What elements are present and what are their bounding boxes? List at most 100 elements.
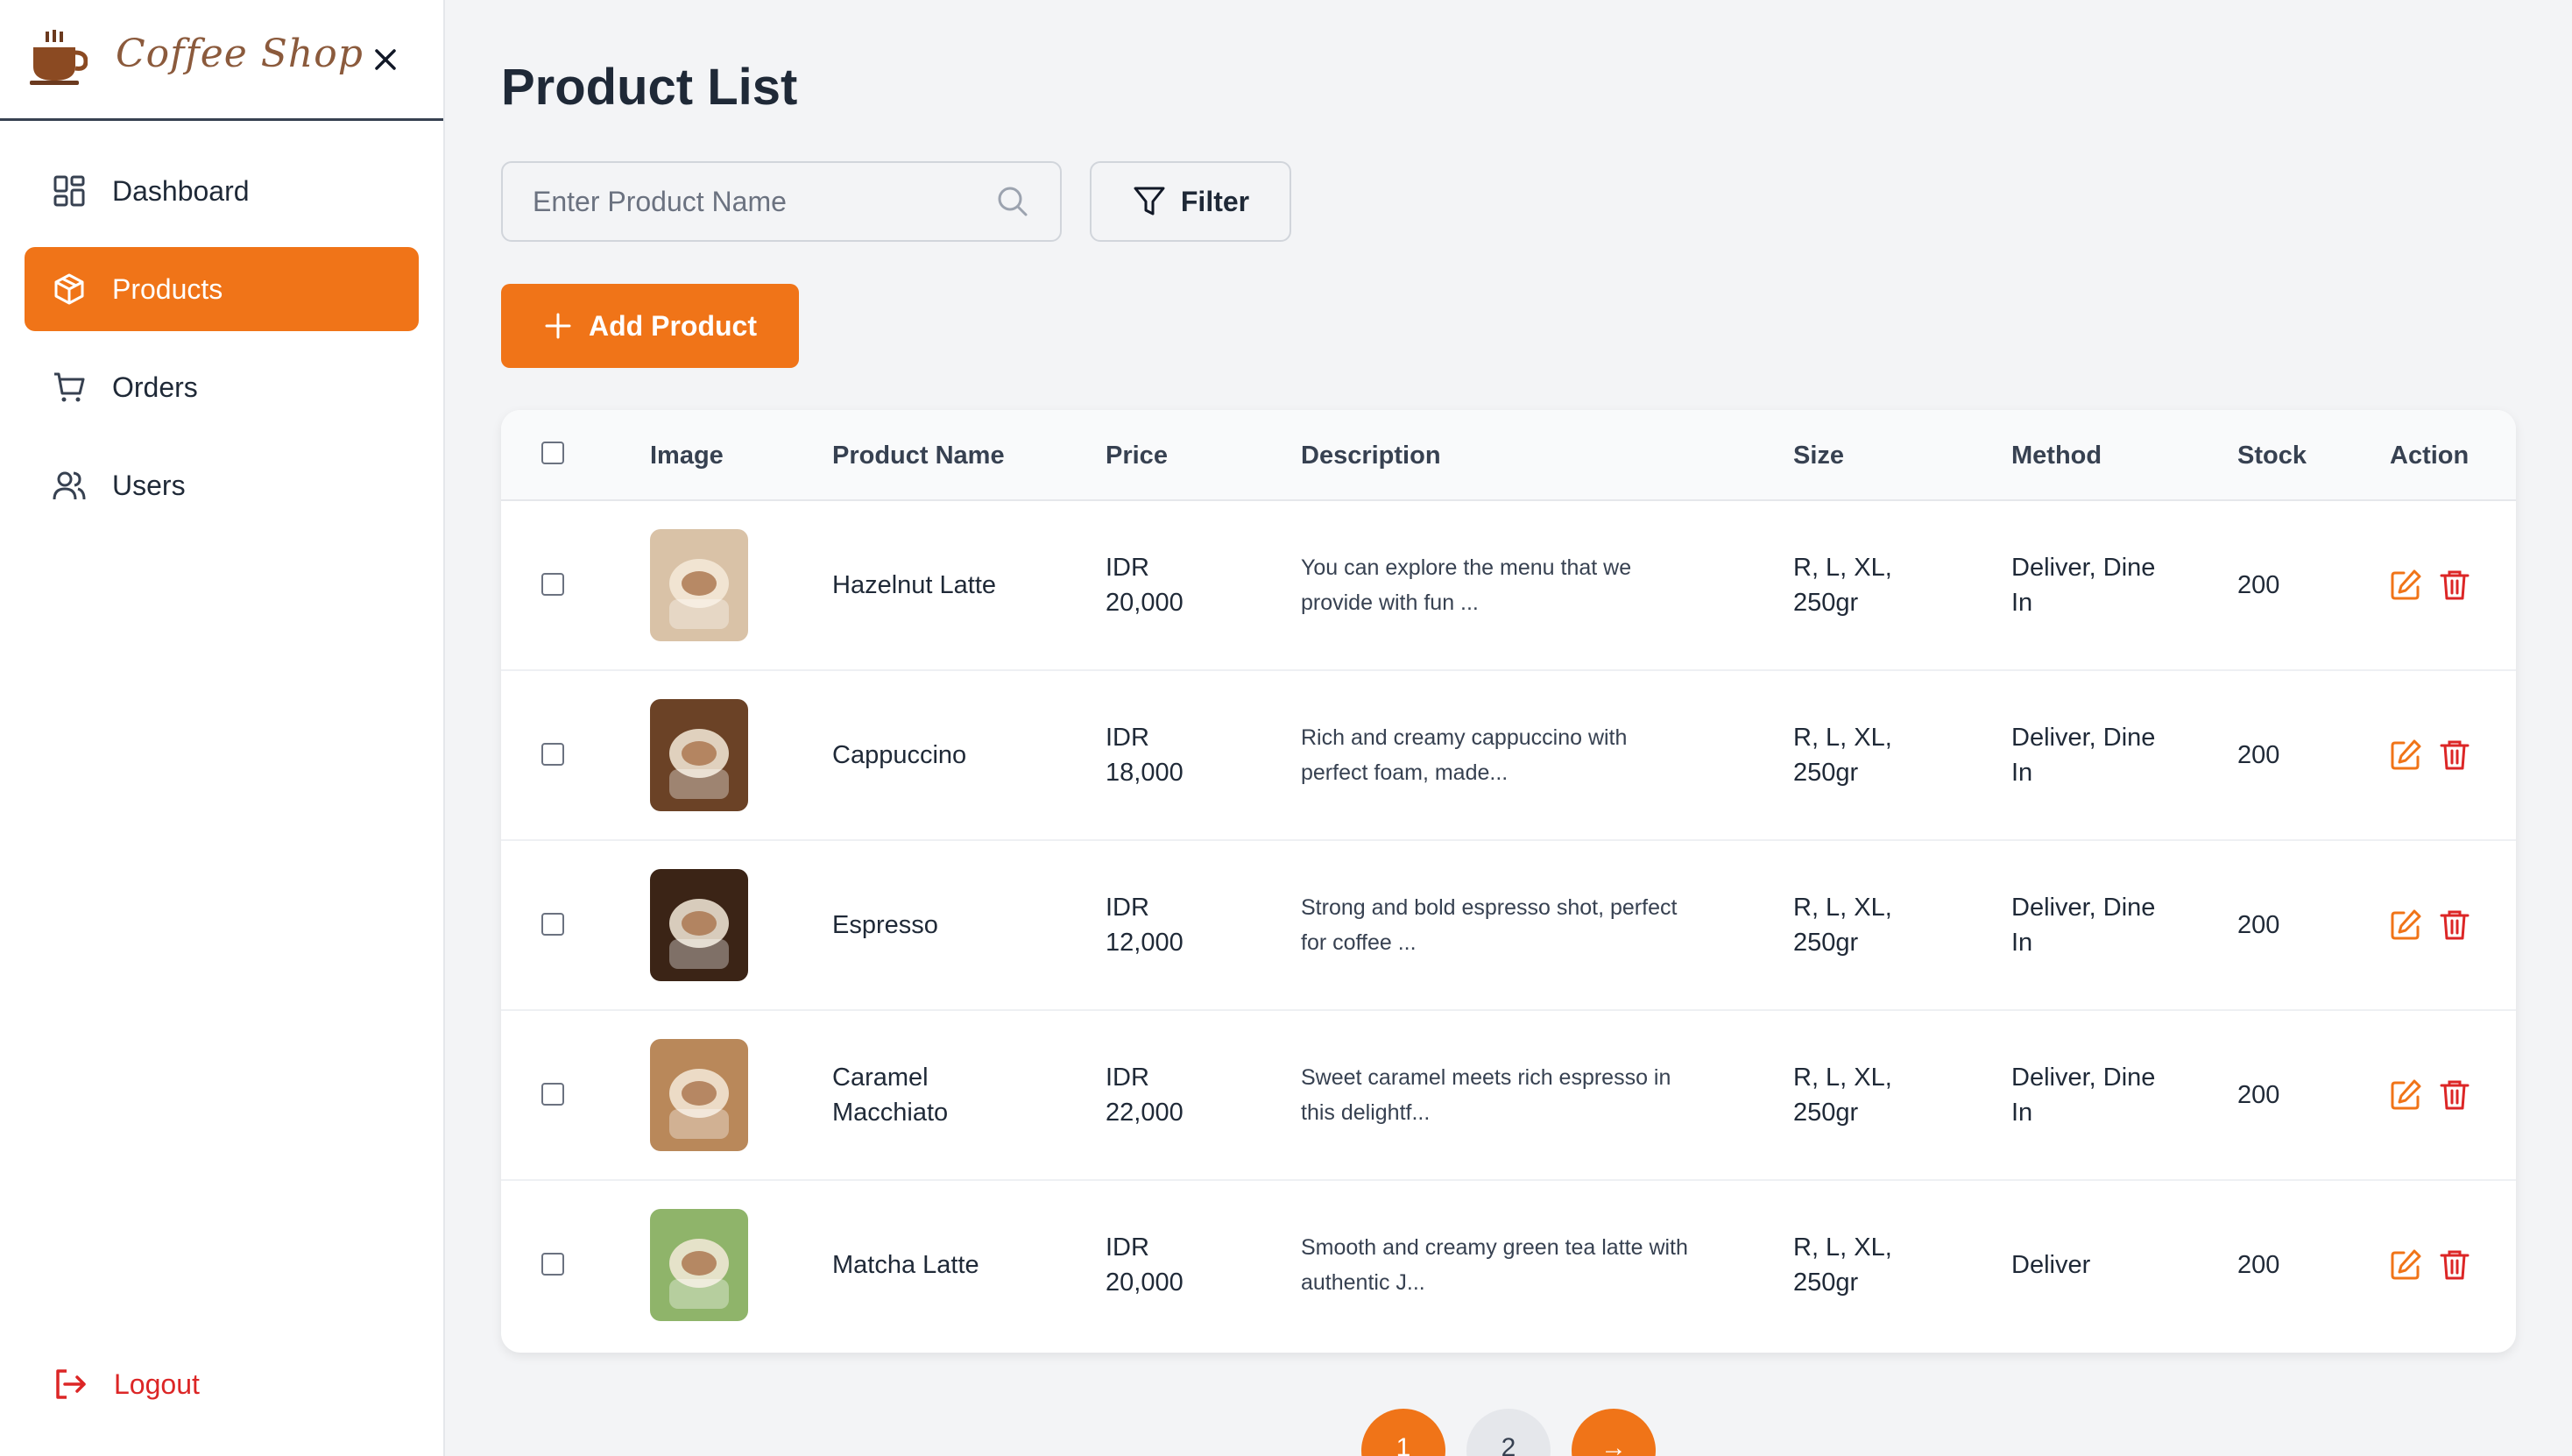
edit-icon[interactable] (2388, 1247, 2423, 1283)
table-header-row: Image Product Name Price Description Siz… (501, 410, 2516, 501)
product-method: Deliver (2011, 1251, 2091, 1279)
row-checkbox[interactable] (541, 743, 564, 766)
product-stock: 200 (2237, 1251, 2280, 1279)
sidebar-item-dashboard[interactable]: Dashboard (25, 149, 419, 233)
product-name: Espresso (832, 911, 938, 939)
logout-button[interactable]: Logout (53, 1367, 200, 1402)
header-description: Description (1301, 442, 1441, 470)
sidebar-item-label: Products (112, 272, 223, 305)
product-price: IDR 18,000 (1106, 724, 1184, 787)
users-icon (53, 471, 86, 500)
product-image (650, 529, 748, 641)
filter-button[interactable]: Filter (1090, 161, 1291, 242)
logout-label: Logout (114, 1368, 200, 1400)
product-stock: 200 (2237, 741, 2280, 769)
header-price: Price (1106, 442, 1168, 470)
table-row: Espresso IDR 12,000 Strong and bold espre… (501, 841, 2516, 1011)
product-table: Image Product Name Price Description Siz… (501, 410, 2516, 1353)
page-2-button[interactable]: 2 (1466, 1409, 1551, 1456)
product-name: Hazelnut Latte (832, 571, 997, 599)
product-stock: 200 (2237, 911, 2280, 939)
sidebar-item-products[interactable]: Products (25, 247, 419, 331)
product-description: Sweet caramel meets rich espresso in this… (1301, 1065, 1671, 1125)
product-stock: 200 (2237, 571, 2280, 599)
header-stock: Stock (2237, 442, 2307, 470)
sidebar-nav: Dashboard Products Orders Users (25, 149, 419, 541)
box-icon (54, 273, 84, 305)
product-image (650, 1209, 748, 1321)
sidebar-item-label: Dashboard (112, 174, 250, 207)
product-name: Cappuccino (832, 741, 967, 769)
edit-icon[interactable] (2388, 738, 2423, 773)
product-method: Deliver, Dine In (2011, 894, 2156, 957)
filter-icon (1134, 187, 1165, 216)
row-checkbox[interactable] (541, 1253, 564, 1276)
product-size: R, L, XL, 250gr (1793, 894, 1892, 957)
search-input[interactable] (533, 185, 995, 218)
coffee-cup-logo-icon (30, 30, 88, 85)
sidebar-item-label: Users (112, 469, 186, 501)
product-price: IDR 12,000 (1106, 894, 1184, 957)
search-box[interactable] (501, 161, 1062, 242)
product-description: Strong and bold espresso shot, perfect fo… (1301, 895, 1678, 955)
product-method: Deliver, Dine In (2011, 724, 2156, 787)
product-size: R, L, XL, 250gr (1793, 724, 1892, 787)
next-page-button[interactable]: → (1572, 1409, 1656, 1456)
header-image: Image (650, 442, 724, 470)
product-size: R, L, XL, 250gr (1793, 1064, 1892, 1127)
product-size: R, L, XL, 250gr (1793, 554, 1892, 617)
page-1-button[interactable]: 1 (1361, 1409, 1445, 1456)
sidebar-item-users[interactable]: Users (25, 443, 419, 527)
plus-icon (545, 313, 571, 339)
search-icon[interactable] (995, 184, 1030, 219)
product-price: IDR 20,000 (1106, 554, 1184, 617)
row-checkbox[interactable] (541, 913, 564, 936)
dashboard-grid-icon (53, 175, 85, 207)
product-description: Smooth and creamy green tea latte with au… (1301, 1235, 1688, 1295)
filter-label: Filter (1180, 185, 1250, 217)
sidebar-item-orders[interactable]: Orders (25, 345, 419, 429)
product-name: Caramel Macchiato (832, 1064, 949, 1127)
product-stock: 200 (2237, 1081, 2280, 1109)
header-method: Method (2011, 442, 2102, 470)
sidebar-item-label: Orders (112, 371, 198, 403)
table-row: Matcha Latte IDR 20,000 Smooth and creamy… (501, 1181, 2516, 1351)
delete-icon[interactable] (2437, 1247, 2472, 1283)
delete-icon[interactable] (2437, 568, 2472, 603)
product-name: Matcha Latte (832, 1251, 979, 1279)
edit-icon[interactable] (2388, 1078, 2423, 1113)
product-image (650, 1039, 748, 1151)
page-title: Product List (501, 59, 798, 116)
select-all-checkbox[interactable] (541, 442, 564, 464)
delete-icon[interactable] (2437, 1078, 2472, 1113)
table-body: Hazelnut Latte IDR 20,000 You can explore… (501, 501, 2516, 1351)
edit-icon[interactable] (2388, 908, 2423, 943)
product-image (650, 699, 748, 811)
product-image (650, 869, 748, 981)
header-product-name: Product Name (832, 442, 1005, 470)
product-method: Deliver, Dine In (2011, 1064, 2156, 1127)
brand-name: Coffee Shop (116, 32, 364, 76)
pagination: 1 2 → (1361, 1409, 1656, 1456)
brand-header: Coffee Shop (0, 0, 443, 121)
edit-icon[interactable] (2388, 568, 2423, 603)
header-size: Size (1793, 442, 1845, 470)
delete-icon[interactable] (2437, 908, 2472, 943)
row-checkbox[interactable] (541, 573, 564, 596)
table-row: Cappuccino IDR 18,000 Rich and creamy cap… (501, 671, 2516, 841)
logout-icon (56, 1369, 86, 1399)
product-method: Deliver, Dine In (2011, 554, 2156, 617)
table-row: Caramel Macchiato IDR 22,000 Sweet caramel… (501, 1011, 2516, 1181)
product-description: You can explore the menu that we provide … (1301, 555, 1632, 615)
add-product-button[interactable]: Add Product (501, 284, 799, 368)
product-description: Rich and creamy cappuccino with perfect f… (1301, 725, 1628, 785)
add-product-label: Add Product (589, 309, 757, 342)
product-size: R, L, XL, 250gr (1793, 1233, 1892, 1297)
table-row: Hazelnut Latte IDR 20,000 You can explore… (501, 501, 2516, 671)
row-checkbox[interactable] (541, 1083, 564, 1106)
sidebar: Coffee Shop Dashboard Products Orders Us… (0, 0, 445, 1456)
cart-icon (54, 372, 85, 402)
delete-icon[interactable] (2437, 738, 2472, 773)
close-sidebar-icon[interactable] (368, 42, 403, 77)
header-action: Action (2390, 442, 2470, 470)
